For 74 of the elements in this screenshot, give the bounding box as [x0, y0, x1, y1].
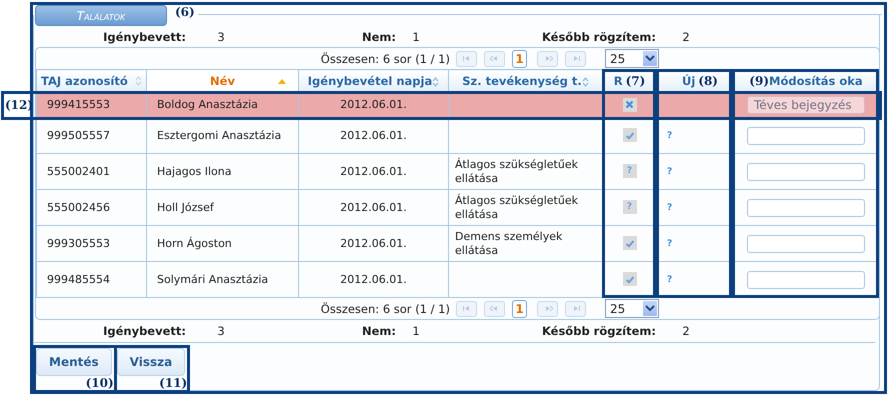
chevron-down-icon: [645, 55, 655, 62]
callout-label: (7): [626, 74, 646, 88]
table-cell: Boldog Anasztázia: [146, 92, 298, 118]
sort-ascending-icon: [278, 79, 286, 84]
table-cell: 2012.06.01.: [298, 226, 448, 262]
reason-input-field[interactable]: [747, 234, 865, 252]
prev-page-icon: [490, 305, 500, 312]
table-cell: 2012.06.01.: [298, 154, 448, 190]
column-header[interactable]: Sz. tevékenység t.: [448, 70, 602, 92]
checkmark-icon[interactable]: [622, 272, 636, 286]
reason-input-field[interactable]: [747, 126, 865, 144]
question-mark[interactable]: ?: [667, 131, 672, 141]
callout-label: (8): [698, 74, 718, 88]
save-button[interactable]: Mentés: [36, 348, 112, 376]
first-page-icon: [462, 55, 472, 62]
column-header[interactable]: Név: [146, 70, 298, 92]
checkmark-icon[interactable]: [622, 236, 636, 250]
column-header[interactable]: TAJ azonosító: [36, 70, 146, 92]
chevron-down-icon: [645, 305, 655, 312]
question-toggle[interactable]: ?: [622, 200, 636, 214]
callout-label: (6): [175, 5, 195, 19]
question-mark[interactable]: ?: [667, 167, 672, 177]
results-tab[interactable]: Találatok: [35, 5, 167, 26]
summary-value: 1: [411, 324, 421, 338]
summary-label: Később rögzítem:: [540, 324, 656, 338]
summary-label: Nem:: [360, 324, 396, 338]
table-cell: Horn Ágoston: [146, 226, 298, 262]
callout-label: (10): [86, 376, 114, 390]
question-mark[interactable]: ?: [667, 275, 672, 285]
table-cell: 555002401: [36, 154, 146, 190]
back-button[interactable]: Vissza: [116, 348, 186, 376]
summary-label: Később rögzítem:: [540, 30, 656, 44]
callout-label: (11): [159, 376, 188, 390]
sort-icon: [582, 76, 589, 87]
summary-value: 3: [216, 324, 226, 338]
table-cell: Solymári Anasztázia: [146, 262, 298, 298]
summary-value: 3: [216, 30, 226, 44]
question-mark[interactable]: ?: [667, 239, 672, 249]
table-cell: Hajagos Ilona: [146, 154, 298, 190]
summary-label: Igénybevett:: [102, 324, 186, 338]
first-page-icon: [462, 305, 472, 312]
table-cell: 999485554: [36, 262, 146, 298]
table-cell: Holl József: [146, 190, 298, 226]
summary-value: 1: [411, 30, 421, 44]
table-cell: 2012.06.01.: [298, 92, 448, 118]
column-header[interactable]: Igénybevétel napja: [298, 70, 448, 92]
summary-label: Nem:: [360, 30, 396, 44]
summary-label: Igénybevett:: [102, 30, 186, 44]
table-cell: Átlagos szükségletűek ellátása: [455, 194, 578, 220]
reason-input-field[interactable]: [747, 162, 865, 180]
reason-input-field[interactable]: [747, 198, 865, 216]
table-cell: 2012.06.01.: [298, 262, 448, 298]
cross-icon[interactable]: [622, 98, 636, 112]
table-cell: Átlagos szükségletűek ellátása: [455, 158, 578, 184]
row-count-text: Összesen: 6 sor (1 / 1): [320, 52, 450, 66]
question-toggle[interactable]: ?: [622, 164, 636, 178]
reason-input-field[interactable]: [747, 270, 865, 288]
table-cell: 2012.06.01.: [298, 118, 448, 154]
table-cell: 999505557: [36, 118, 146, 154]
prev-page-icon: [490, 55, 500, 62]
table-cell: Demens személyek ellátása: [455, 230, 562, 256]
sort-icon: [135, 76, 142, 86]
callout-label: (9): [749, 74, 770, 88]
row-count-text: Összesen: 6 sor (1 / 1): [320, 302, 450, 316]
checkmark-icon[interactable]: [622, 128, 636, 142]
sort-icon: [432, 76, 440, 87]
table-cell: 2012.06.01.: [298, 190, 448, 226]
question-mark[interactable]: ?: [667, 203, 672, 213]
summary-value: 2: [681, 30, 691, 44]
table-cell: Esztergomi Anasztázia: [146, 118, 298, 154]
table-cell: 999415553: [36, 92, 146, 118]
table-cell: 555002456: [36, 190, 146, 226]
summary-value: 2: [681, 324, 691, 338]
table-cell: 999305553: [36, 226, 146, 262]
